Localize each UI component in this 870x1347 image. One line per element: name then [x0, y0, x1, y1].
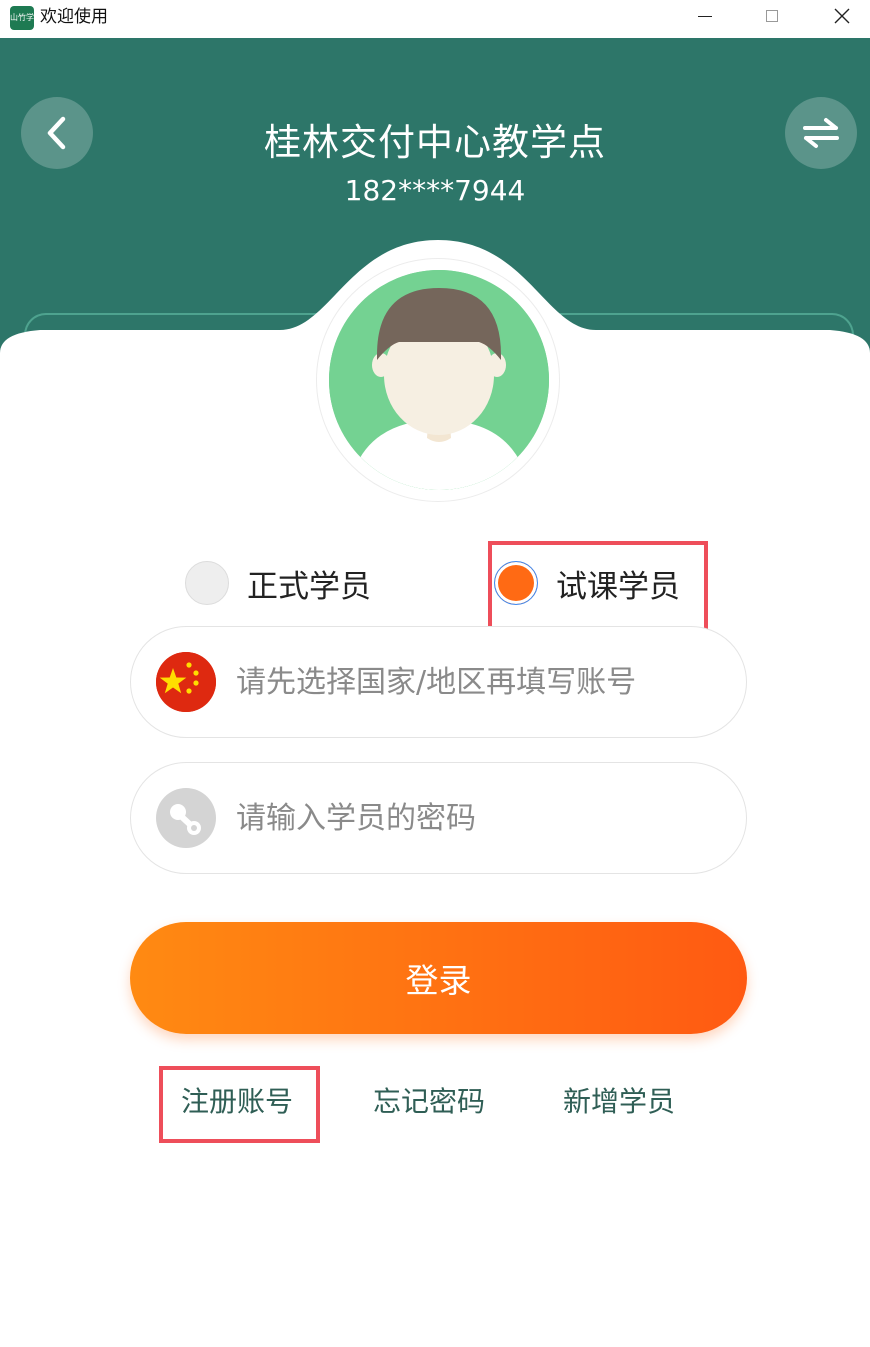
account-input[interactable] [234, 663, 708, 701]
radio-formal-student[interactable]: 正式学员 [185, 553, 371, 613]
login-button[interactable]: 登录 [130, 922, 747, 1034]
minimize-icon [698, 15, 712, 17]
key-icon [156, 788, 216, 848]
account-field[interactable] [130, 626, 747, 738]
maximize-icon [766, 10, 778, 22]
close-icon [834, 8, 850, 24]
account-phone: 182****7944 [344, 174, 526, 207]
radio-unchecked-icon [185, 561, 229, 605]
radio-formal-label: 正式学员 [247, 568, 371, 605]
window-titlebar: 山竹学 欢迎使用 [0, 0, 870, 38]
swap-arrows-icon [803, 118, 839, 148]
china-flag-icon[interactable] [156, 652, 216, 712]
forgot-password-link[interactable]: 忘记密码 [373, 1080, 485, 1130]
minimize-button[interactable] [676, 0, 734, 32]
highlight-box-register [159, 1066, 320, 1143]
school-name: 桂林交付中心教学点 [264, 121, 606, 164]
highlight-box-trial [488, 541, 708, 632]
password-input[interactable] [234, 799, 708, 837]
maximize-button[interactable] [743, 0, 801, 32]
avatar [329, 270, 549, 490]
app-logo-icon: 山竹学 [10, 6, 34, 30]
student-avatar-icon [329, 270, 549, 490]
new-student-link[interactable]: 新增学员 [563, 1080, 675, 1130]
close-button[interactable] [813, 0, 870, 32]
switch-account-button[interactable] [785, 97, 857, 169]
password-field[interactable] [130, 762, 747, 874]
window-title: 欢迎使用 [40, 7, 108, 27]
